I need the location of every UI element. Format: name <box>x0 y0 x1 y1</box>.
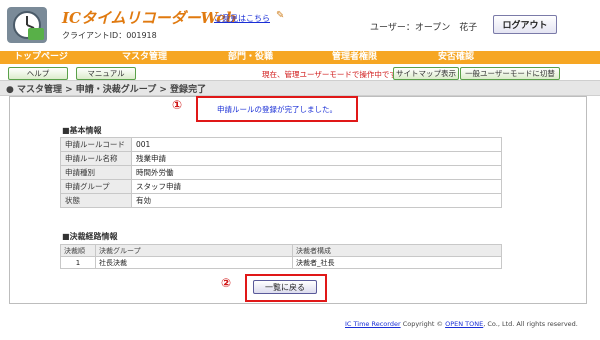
sub-toolbar: ヘルプ マニュアル 現在、管理ユーザーモードで操作中です。 サイトマップ表示 一… <box>0 65 600 80</box>
cell-order: 1 <box>60 256 96 269</box>
client-id: クライアントID：001918 <box>62 31 157 40</box>
cell-group: 社長決裁 <box>95 256 293 269</box>
table-row: 申請ルールコード 001 <box>60 137 502 152</box>
col-header-composition: 決裁者構成 <box>292 244 502 257</box>
completion-message: 申請ルールの登録が完了しました。 <box>196 96 358 122</box>
callout-marker-1: ① <box>172 98 183 112</box>
app-title: ICタイムリコーダーWeb <box>62 9 237 27</box>
menu-item-admin-rights[interactable]: 管理者権限 <box>332 51 377 64</box>
footer: IC Time Recorder Copyright © OPEN TONE, … <box>345 320 578 328</box>
label-rule-name: 申請ルール名称 <box>60 151 132 166</box>
callout-marker-2: ② <box>221 276 232 290</box>
menu-item-department[interactable]: 部門・役職 <box>228 51 273 64</box>
app-logo-icon <box>6 6 48 44</box>
value-rule-name: 残業申請 <box>131 151 502 166</box>
menu-item-safety[interactable]: 安否確認 <box>438 51 474 64</box>
label-rule-code: 申請ルールコード <box>60 137 132 152</box>
sitemap-button[interactable]: サイトマップ表示 <box>393 67 459 80</box>
feedback-link[interactable]: ご意見はこちら <box>214 13 270 24</box>
table-row: 申請グループ スタッフ申請 <box>60 179 502 194</box>
table-header-row: 決裁順 決裁グループ 決裁者構成 <box>60 244 502 257</box>
col-header-order: 決裁順 <box>60 244 96 257</box>
basic-info-title: ■基本情報 <box>62 126 102 135</box>
rights-text: , Co., Ltd. All rights reserved. <box>483 320 578 328</box>
table-row: 申請ルール名称 残業申請 <box>60 151 502 166</box>
pencil-icon: ✎ <box>276 10 285 21</box>
company-link[interactable]: OPEN TONE <box>445 320 483 328</box>
manual-button[interactable]: マニュアル <box>76 67 136 80</box>
header: ICタイムリコーダーWeb クライアントID：001918 ご意見はこちら ✎ … <box>0 0 600 48</box>
table-row: 状態 有効 <box>60 193 502 208</box>
label-request-type: 申請種別 <box>60 165 132 180</box>
back-button-highlight: 一覧に戻る <box>245 274 327 302</box>
breadcrumb: ● マスタ管理 > 申請・決裁グループ > 登録完了 <box>0 80 600 96</box>
copyright-text: Copyright © <box>400 320 446 328</box>
value-request-group: スタッフ申請 <box>131 179 502 194</box>
cell-composition: 決裁者_社長 <box>292 256 502 269</box>
user-info: ユーザー：オープン 花子 <box>370 23 478 33</box>
completion-message-text: 申請ルールの登録が完了しました。 <box>217 104 337 114</box>
menu-item-master[interactable]: マスタ管理 <box>122 51 167 64</box>
value-request-type: 時間外労働 <box>131 165 502 180</box>
switch-user-mode-button[interactable]: 一般ユーザーモードに切替 <box>460 67 560 80</box>
basic-info-table: 申請ルールコード 001 申請ルール名称 残業申請 申請種別 時間外労働 申請グ… <box>60 137 502 208</box>
approval-route-table: 決裁順 決裁グループ 決裁者構成 1 社長決裁 決裁者_社長 <box>60 244 502 269</box>
main-menu: トップページ マスタ管理 部門・役職 管理者権限 安否確認 <box>0 51 600 64</box>
label-request-group: 申請グループ <box>60 179 132 194</box>
label-status: 状態 <box>60 193 132 208</box>
help-button[interactable]: ヘルプ <box>8 67 68 80</box>
table-row: 申請種別 時間外労働 <box>60 165 502 180</box>
back-to-list-button[interactable]: 一覧に戻る <box>253 280 317 294</box>
menu-item-top-page[interactable]: トップページ <box>14 51 68 64</box>
value-rule-code: 001 <box>131 137 502 152</box>
logout-button[interactable]: ログアウト <box>493 15 557 34</box>
breadcrumb-text: ● マスタ管理 > 申請・決裁グループ > 登録完了 <box>6 85 207 95</box>
mode-notice: 現在、管理ユーザーモードで操作中です。 <box>262 70 404 79</box>
table-row: 1 社長決裁 決裁者_社長 <box>60 256 502 269</box>
product-link[interactable]: IC Time Recorder <box>345 320 401 328</box>
value-status: 有効 <box>131 193 502 208</box>
col-header-group: 決裁グループ <box>95 244 293 257</box>
route-info-title: ■決裁経路情報 <box>62 232 118 241</box>
